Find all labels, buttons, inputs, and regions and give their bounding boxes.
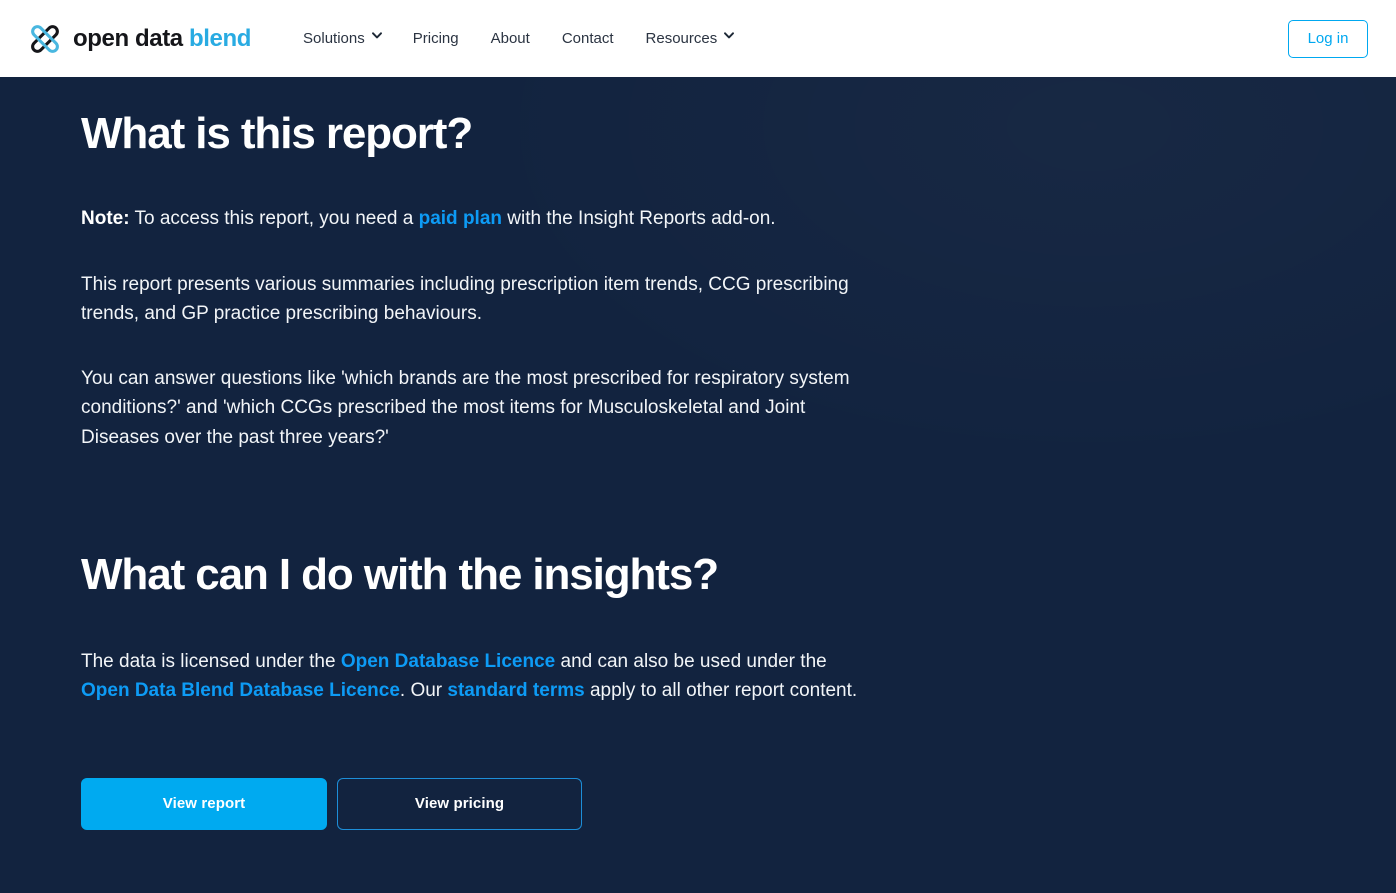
- licence-text-1: The data is licensed under the: [81, 651, 341, 672]
- open-data-blend-database-licence-link[interactable]: Open Data Blend Database Licence: [81, 680, 400, 701]
- view-report-button[interactable]: View report: [81, 778, 327, 830]
- note-paragraph: Note: To access this report, you need a …: [81, 204, 871, 234]
- site-header: open data blend Solutions Pricing About …: [0, 0, 1396, 77]
- report-summary-paragraph: This report presents various summaries i…: [81, 270, 871, 329]
- open-database-licence-link[interactable]: Open Database Licence: [341, 651, 555, 672]
- nav-item-solutions[interactable]: Solutions: [287, 22, 397, 55]
- brand-wordmark: open data blend: [73, 27, 251, 51]
- header-actions: Log in: [1288, 20, 1368, 58]
- standard-terms-link[interactable]: standard terms: [447, 680, 584, 701]
- chevron-down-icon: [724, 32, 733, 41]
- nav-item-contact-label: Contact: [562, 30, 614, 47]
- nav-item-resources[interactable]: Resources: [630, 22, 750, 55]
- nav-item-pricing[interactable]: Pricing: [397, 22, 475, 55]
- brand-wordmark-blue: blend: [189, 25, 251, 52]
- nav-item-contact[interactable]: Contact: [546, 22, 630, 55]
- note-text-before: To access this report, you need a: [130, 208, 419, 229]
- main-navigation: Solutions Pricing About Contact Resource…: [287, 22, 749, 55]
- section-what-is-this-report: What is this report? Note: To access thi…: [81, 77, 871, 452]
- note-text-after: with the Insight Reports add-on.: [502, 208, 776, 229]
- report-questions-paragraph: You can answer questions like 'which bra…: [81, 364, 871, 453]
- brand-wordmark-dark: open data: [73, 25, 183, 52]
- nav-item-solutions-label: Solutions: [303, 30, 365, 47]
- licence-text-2: and can also be used under the: [555, 651, 826, 672]
- section-what-can-i-do-with-the-insights: What can I do with the insights? The dat…: [81, 551, 871, 829]
- licence-paragraph: The data is licensed under the Open Data…: [81, 647, 871, 706]
- insights-title: What can I do with the insights?: [81, 551, 871, 599]
- page-content: What is this report? Note: To access thi…: [0, 77, 1396, 893]
- licence-text-4: apply to all other report content.: [585, 680, 858, 701]
- note-label: Note:: [81, 208, 130, 229]
- licence-text-3: . Our: [400, 680, 448, 701]
- login-button[interactable]: Log in: [1288, 20, 1368, 58]
- paid-plan-link[interactable]: paid plan: [419, 208, 502, 229]
- blend-logo-icon: [28, 22, 62, 56]
- page-title: What is this report?: [81, 77, 871, 158]
- cta-button-row: View report View pricing: [81, 778, 871, 830]
- chevron-down-icon: [372, 32, 381, 41]
- nav-item-pricing-label: Pricing: [413, 30, 459, 47]
- nav-item-resources-label: Resources: [646, 30, 718, 47]
- view-pricing-button[interactable]: View pricing: [337, 778, 582, 830]
- brand-logo-link[interactable]: open data blend: [28, 22, 251, 56]
- nav-item-about[interactable]: About: [475, 22, 546, 55]
- nav-item-about-label: About: [491, 30, 530, 47]
